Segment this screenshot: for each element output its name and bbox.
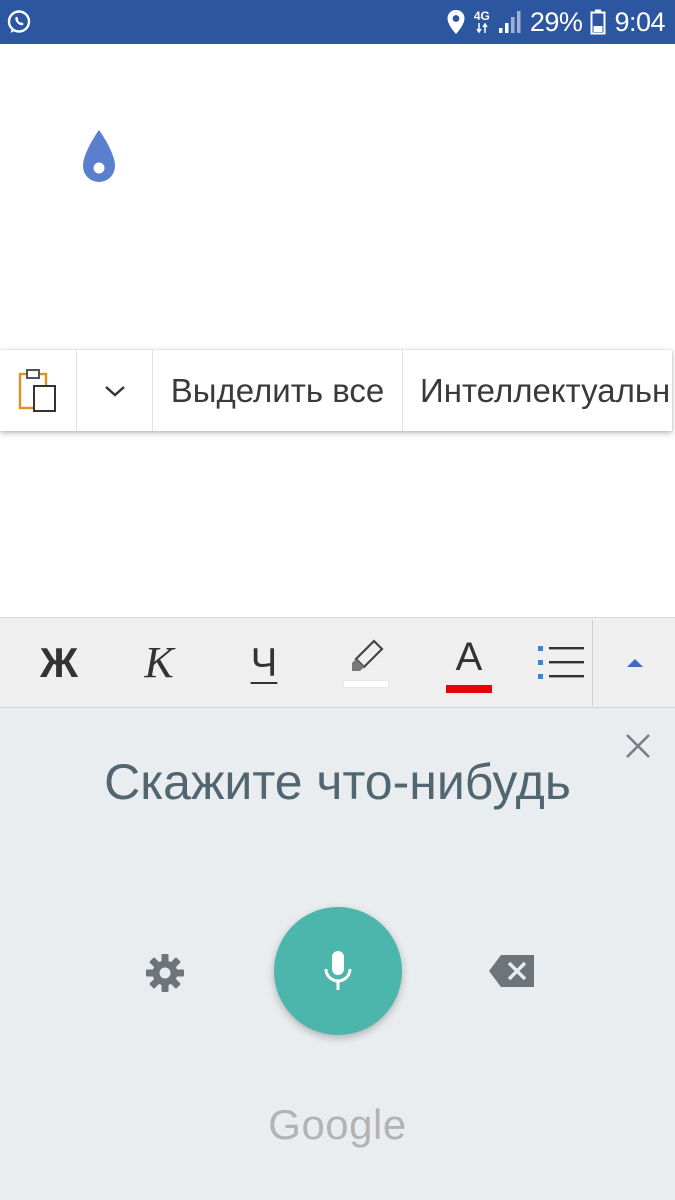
- location-icon: [447, 10, 465, 34]
- document-canvas[interactable]: [0, 44, 675, 617]
- backspace-icon: [489, 955, 534, 987]
- voice-input-panel: Скажите что-нибудь Google: [0, 708, 675, 1200]
- select-all-button[interactable]: Выделить все: [153, 350, 403, 431]
- microphone-icon: [324, 951, 352, 990]
- bold-button[interactable]: Ж: [20, 618, 98, 708]
- italic-label: К: [144, 638, 174, 687]
- highlighter-icon: [352, 639, 384, 671]
- voice-prompt-text: Скажите что-нибудь: [104, 754, 571, 810]
- backspace-button[interactable]: [486, 951, 538, 991]
- google-logo: Google: [268, 1101, 407, 1148]
- status-bar: 4G 29% 9:04: [0, 0, 675, 44]
- caret-up-icon: [626, 659, 643, 667]
- microphone-button[interactable]: [274, 907, 402, 1035]
- smart-lookup-button[interactable]: Интеллектуальн: [403, 350, 672, 431]
- toolbar-divider: [592, 620, 593, 706]
- voice-settings-button[interactable]: [140, 948, 190, 998]
- status-right-group: 4G 29% 9:04: [446, 0, 665, 44]
- select-all-label: Выделить все: [170, 371, 385, 409]
- underline-label: Ч: [250, 641, 278, 685]
- more-options-button[interactable]: [77, 350, 153, 431]
- paste-button[interactable]: [0, 350, 77, 431]
- format-toolbar: Ж К Ч A: [0, 617, 675, 708]
- whatsapp-icon: [7, 10, 31, 33]
- text-context-menu: Выделить все Интеллектуальн: [0, 350, 672, 431]
- font-color-swatch: [446, 685, 492, 693]
- network-4g-icon: 4G: [474, 10, 490, 34]
- data-arrows-icon: [476, 22, 488, 34]
- highlight-color-swatch: [343, 680, 389, 688]
- underline-button[interactable]: Ч: [225, 618, 303, 708]
- highlight-button[interactable]: [330, 618, 402, 708]
- cursor-handle-icon[interactable]: [80, 128, 118, 186]
- font-color-button[interactable]: A: [430, 618, 508, 708]
- clock: 9:04: [614, 6, 665, 37]
- network-label: 4G: [473, 9, 490, 23]
- signal-icon: [498, 11, 521, 33]
- battery-percent: 29%: [529, 6, 583, 37]
- smart-lookup-label: Интеллектуальн: [420, 371, 671, 409]
- bullet-list-icon: [538, 646, 584, 679]
- bullet-list-button[interactable]: [530, 618, 590, 708]
- font-color-label: A: [455, 635, 483, 679]
- battery-icon: [590, 9, 606, 35]
- gear-icon: [146, 954, 184, 992]
- chevron-down-icon: [104, 385, 125, 397]
- bold-label: Ж: [40, 639, 78, 686]
- italic-button[interactable]: К: [120, 618, 198, 708]
- paste-icon: [18, 368, 56, 412]
- expand-toolbar-button[interactable]: [594, 618, 675, 708]
